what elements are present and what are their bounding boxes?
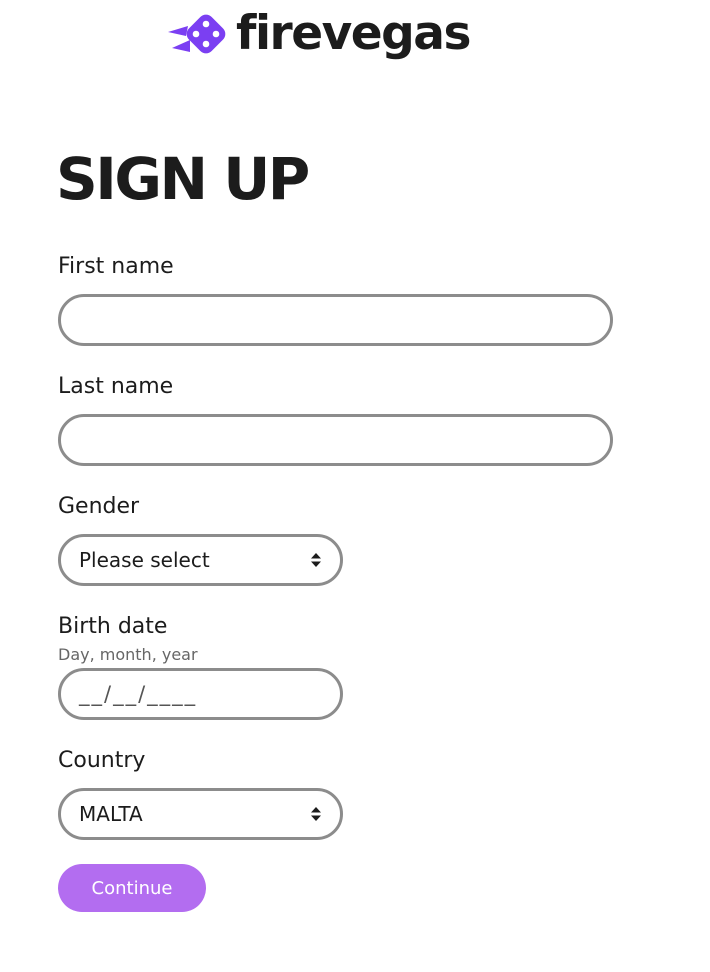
first-name-input[interactable] [58,294,613,346]
gender-label: Gender [58,494,140,519]
select-arrows-icon [311,807,321,821]
birth-date-input[interactable]: __/__/____ [58,668,343,720]
country-select[interactable]: MALTA [58,788,343,840]
last-name-label: Last name [58,374,174,399]
page-title: SIGN UP [56,145,310,213]
dice-logo-icon [168,14,226,54]
birth-date-hint: Day, month, year [58,645,198,664]
gender-select[interactable]: Please select [58,534,343,586]
brand-name: firevegas [236,5,471,61]
continue-button[interactable]: Continue [58,864,206,912]
select-arrows-icon [311,553,321,567]
birth-date-label: Birth date [58,614,168,639]
gender-selected-value: Please select [79,548,210,572]
country-label: Country [58,748,146,773]
last-name-input[interactable] [58,414,613,466]
first-name-label: First name [58,254,174,279]
brand-logo[interactable]: firevegas [166,4,471,68]
country-selected-value: MALTA [79,802,143,826]
birth-date-mask: __/__/____ [79,682,198,706]
